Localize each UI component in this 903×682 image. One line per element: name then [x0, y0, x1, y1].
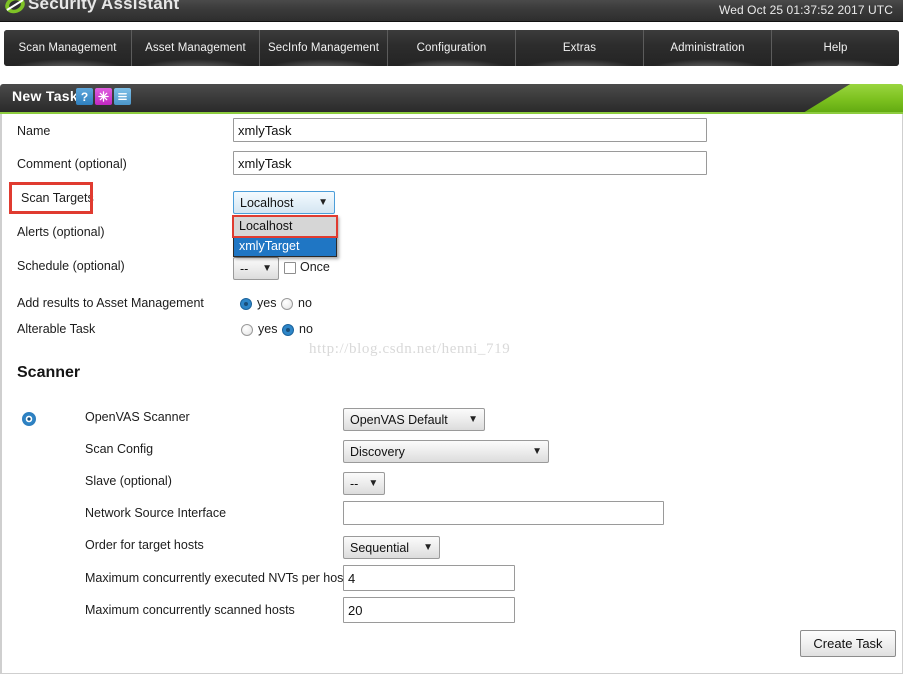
label-schedule: Schedule (optional) — [17, 259, 125, 273]
alterable-yes-radio[interactable] — [241, 324, 253, 336]
nav-label: Help — [823, 42, 848, 54]
label-schedule-once: Once — [300, 260, 330, 274]
openvas-scanner-radio[interactable] — [22, 412, 36, 426]
schedule-select[interactable]: -- ▼ — [233, 257, 279, 280]
chevron-down-icon: ▼ — [532, 446, 542, 457]
label-add-results-no: no — [298, 296, 312, 310]
label-order-target-hosts: Order for target hosts — [85, 538, 204, 552]
task-name-input[interactable] — [233, 118, 707, 142]
scanner-section-heading: Scanner — [17, 364, 81, 381]
section-header-background — [0, 84, 903, 112]
chevron-down-icon: ▼ — [262, 263, 272, 274]
server-clock: Wed Oct 25 01:37:52 2017 UTC — [718, 3, 893, 17]
openvas-scanner-select[interactable]: OpenVAS Default ▼ — [343, 408, 485, 431]
label-scan-config: Scan Config — [85, 442, 154, 456]
label-openvas-scanner: OpenVAS Scanner — [85, 410, 190, 424]
label-name: Name — [17, 124, 51, 138]
nav-label: Administration — [670, 42, 745, 54]
panel-left-rule — [1, 114, 2, 673]
scan-targets-value: Localhost — [240, 195, 294, 210]
chevron-down-icon: ▼ — [423, 542, 433, 553]
alterable-no-radio[interactable] — [282, 324, 294, 336]
create-task-label: Create Task — [813, 636, 883, 651]
label-alterable-task: Alterable Task — [17, 322, 96, 336]
label-network-source-interface: Network Source Interface — [85, 506, 227, 520]
order-target-hosts-select[interactable]: Sequential ▼ — [343, 536, 440, 559]
task-comment-input[interactable] — [233, 151, 707, 175]
network-source-interface-input[interactable] — [343, 501, 664, 525]
list-icon[interactable] — [114, 88, 131, 105]
max-nvts-input[interactable] — [343, 565, 515, 591]
section-icon-group: ? — [76, 88, 131, 105]
label-alerts: Alerts (optional) — [17, 225, 105, 239]
nav-label: Configuration — [416, 42, 487, 54]
label-alterable-no: no — [299, 322, 313, 336]
wizard-icon[interactable] — [95, 88, 112, 105]
main-navigation: Scan Management Asset Management SecInfo… — [0, 22, 903, 70]
schedule-once-checkbox[interactable] — [284, 262, 296, 274]
chevron-down-icon: ▼ — [468, 414, 478, 425]
nav-label: Extras — [562, 42, 597, 54]
nav-item-extras[interactable]: Extras — [516, 30, 644, 66]
scan-config-value: Discovery — [350, 444, 405, 459]
slave-select[interactable]: -- ▼ — [343, 472, 385, 495]
openvas-scanner-value: OpenVAS Default — [350, 412, 448, 427]
nav-label: Asset Management — [145, 42, 246, 54]
label-add-results: Add results to Asset Management — [17, 296, 204, 310]
nav-label: Scan Management — [18, 42, 117, 54]
nav-item-secinfo-management[interactable]: SecInfo Management — [260, 30, 388, 66]
label-add-results-yes: yes — [257, 296, 277, 310]
scan-targets-dropdown-list[interactable]: Localhost xmlyTarget — [233, 215, 337, 257]
page-title: New Task — [12, 88, 78, 104]
brand-logo-icon — [3, 0, 27, 17]
schedule-value: -- — [240, 261, 249, 276]
nav-item-asset-management[interactable]: Asset Management — [132, 30, 260, 66]
nav-item-configuration[interactable]: Configuration — [388, 30, 516, 66]
label-slave: Slave (optional) — [85, 474, 172, 488]
slave-value: -- — [350, 476, 359, 491]
add-results-no-radio[interactable] — [281, 298, 293, 310]
chevron-down-icon: ▼ — [368, 478, 379, 489]
label-max-hosts: Maximum concurrently scanned hosts — [85, 603, 295, 617]
nav-item-help[interactable]: Help — [772, 30, 899, 66]
scan-targets-select[interactable]: Localhost ▼ — [233, 191, 335, 214]
help-icon-glyph: ? — [80, 89, 89, 104]
top-bar: Security Assistant Wed Oct 25 01:37:52 2… — [0, 0, 903, 22]
max-hosts-input[interactable] — [343, 597, 515, 623]
nav-label: SecInfo Management — [267, 42, 380, 54]
label-alterable-yes: yes — [258, 322, 278, 336]
dropdown-option-xmlytarget[interactable]: xmlyTarget — [234, 236, 336, 256]
chevron-down-icon: ▼ — [318, 197, 328, 208]
nav-item-scan-management[interactable]: Scan Management — [4, 30, 132, 66]
watermark-text: http://blog.csdn.net/henni_719 — [309, 341, 511, 357]
create-task-button[interactable]: Create Task — [800, 630, 896, 657]
application-window: Security Assistant Wed Oct 25 01:37:52 2… — [0, 0, 903, 682]
brand-title: Security Assistant — [28, 0, 180, 13]
nav-item-administration[interactable]: Administration — [644, 30, 772, 66]
label-comment: Comment (optional) — [17, 157, 127, 171]
new-task-form-panel: Name Comment (optional) Scan Targets Loc… — [0, 114, 903, 674]
order-target-hosts-value: Sequential — [350, 540, 410, 555]
help-icon[interactable]: ? — [76, 88, 93, 105]
scan-config-select[interactable]: Discovery ▼ — [343, 440, 549, 463]
label-scan-targets: Scan Targets — [21, 191, 94, 205]
label-max-nvts: Maximum concurrently executed NVTs per h… — [85, 571, 347, 585]
dropdown-option-localhost[interactable]: Localhost — [234, 216, 336, 236]
section-header-bar: New Task ? — [0, 84, 903, 112]
add-results-yes-radio[interactable] — [240, 298, 252, 310]
